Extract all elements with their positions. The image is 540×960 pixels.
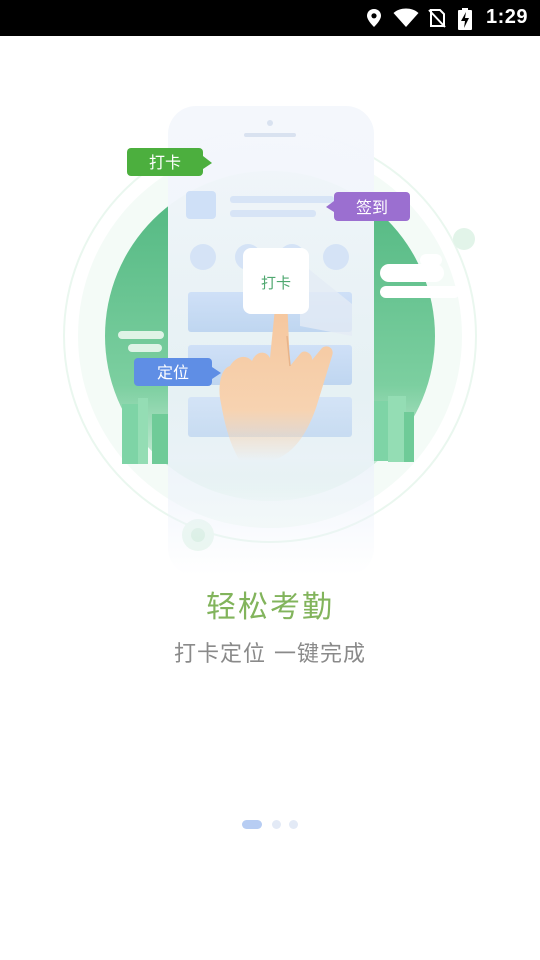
onboarding-title: 轻松考勤	[206, 590, 334, 625]
bubble-punch: 打卡	[127, 148, 212, 176]
location-icon	[367, 9, 381, 27]
attendance-illustration: 打卡 打卡 签到 定位	[63, 106, 477, 576]
deco-circle-right	[453, 228, 475, 250]
page-indicator	[0, 820, 540, 830]
bubble-punch-label: 打卡	[149, 153, 181, 172]
onboarding-subtitle: 打卡定位 一键完成	[174, 642, 366, 667]
status-time: 1:29	[485, 6, 528, 28]
bubble-sign-label: 签到	[356, 198, 388, 217]
no-sim-icon	[428, 9, 446, 28]
phone-mockup	[168, 106, 374, 576]
page-dot-3[interactable]	[289, 820, 298, 829]
status-bar: 1:29	[0, 0, 540, 36]
bubble-locate-label: 定位	[157, 363, 189, 382]
punch-card-label: 打卡	[261, 274, 291, 292]
bubble-sign: 签到	[326, 192, 410, 221]
wifi-icon	[393, 8, 419, 27]
page-dot-1-active[interactable]	[242, 820, 262, 829]
punch-card: 打卡	[243, 248, 309, 314]
page-dot-2[interactable]	[272, 820, 281, 829]
battery-charging-icon	[458, 8, 472, 30]
bubble-locate: 定位	[134, 358, 221, 386]
